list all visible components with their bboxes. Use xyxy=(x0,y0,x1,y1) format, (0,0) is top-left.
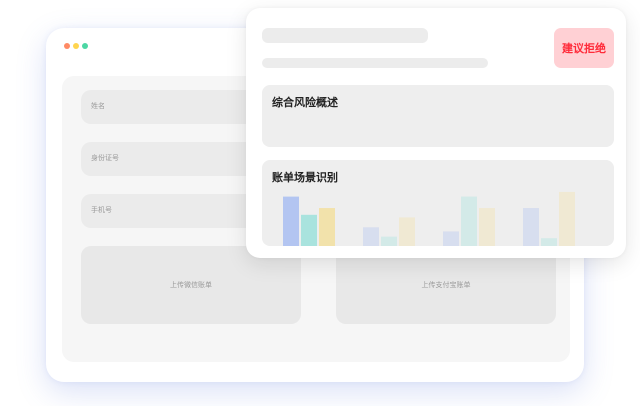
window-controls xyxy=(64,43,88,49)
name-field-label: 姓名 xyxy=(91,102,105,110)
upload-alipay-bill-label: 上传支付宝账单 xyxy=(421,281,471,289)
chart-bar xyxy=(399,217,415,246)
chart-bar xyxy=(443,231,459,246)
close-dot-icon[interactable] xyxy=(64,43,70,49)
upload-wechat-bill-label: 上传微信账单 xyxy=(170,281,212,289)
chart-bar xyxy=(301,214,317,246)
chart-bar xyxy=(461,196,477,246)
chart-bar xyxy=(541,238,557,246)
id-number-field-label: 身份证号 xyxy=(91,154,119,162)
chart-bar xyxy=(319,208,335,246)
subtitle-skeleton xyxy=(262,58,488,68)
phone-field-label: 手机号 xyxy=(91,206,112,214)
chart-bar xyxy=(559,191,575,246)
recommendation-badge: 建议拒绝 xyxy=(554,28,614,68)
risk-report-card: 建议拒绝 综合风险概述 账单场景识别 xyxy=(246,8,626,258)
chart-bar xyxy=(479,208,495,246)
title-skeleton xyxy=(262,28,428,43)
maximize-dot-icon[interactable] xyxy=(82,43,88,49)
chart-bar xyxy=(283,196,299,246)
chart-bar xyxy=(381,236,397,246)
bill-scenario-section: 账单场景识别 xyxy=(262,160,614,246)
risk-overview-section: 综合风险概述 xyxy=(262,85,614,147)
risk-overview-title: 综合风险概述 xyxy=(272,96,338,109)
bill-scenario-chart xyxy=(283,191,575,246)
minimize-dot-icon[interactable] xyxy=(73,43,79,49)
chart-bar xyxy=(523,208,539,246)
chart-bar xyxy=(363,227,379,246)
